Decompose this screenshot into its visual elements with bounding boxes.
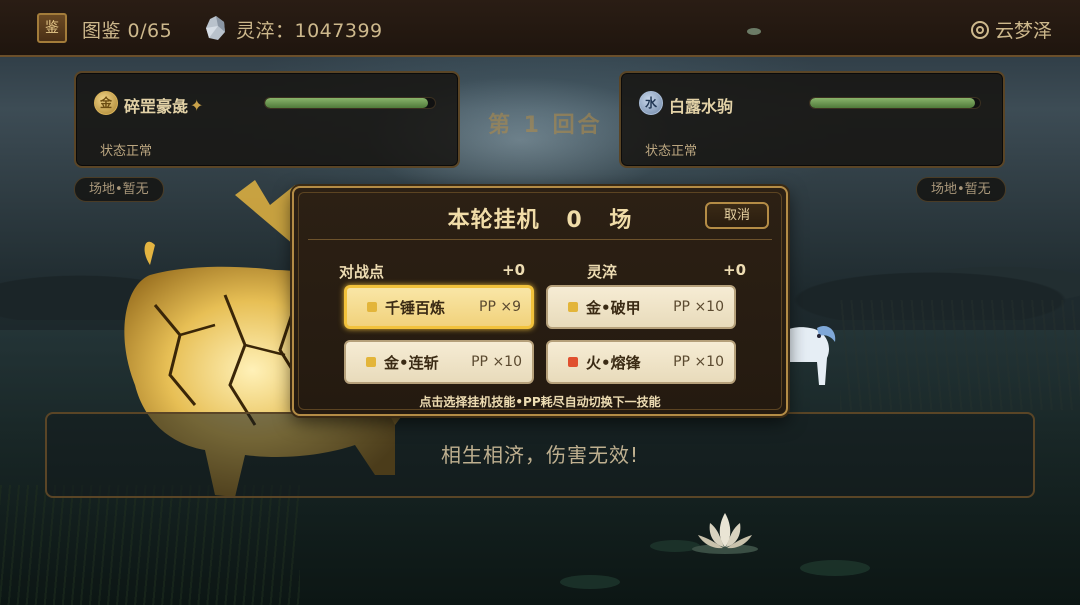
player-hp-fill	[265, 98, 429, 108]
skill-button[interactable]: 火•熔锋 PP ×10	[546, 340, 736, 384]
cancel-button[interactable]: 取消	[705, 202, 769, 229]
player-hp-bar	[264, 97, 436, 109]
enemy-field-tag: 场地•暂无	[916, 177, 1006, 202]
auto-battle-count: 0	[566, 208, 583, 233]
top-bar: 鉴 图鉴 0/65 灵淬：1047399 云梦泽	[0, 0, 1080, 57]
lotus-flower-icon	[692, 513, 758, 554]
enemy-creature-name: 白露水驹	[669, 97, 734, 116]
collection-counter[interactable]: 图鉴 0/65	[82, 16, 172, 43]
skill-name: 金•连斩	[384, 353, 439, 372]
essence-reward-value: +0	[723, 261, 747, 279]
skill-element-icon	[568, 302, 578, 312]
lily-pad	[560, 575, 620, 589]
collection-icon[interactable]: 鉴	[37, 13, 67, 43]
skill-name: 火•熔锋	[586, 353, 641, 372]
skill-pp: PP ×10	[471, 354, 522, 370]
skill-element-icon	[366, 357, 376, 367]
lily-pad	[800, 560, 870, 576]
location-ring-icon	[970, 20, 989, 39]
enemy-creature-name-row: 白露水驹	[669, 93, 733, 117]
location-name: 云梦泽	[994, 20, 1052, 42]
round-indicator: 第 1 回合	[488, 113, 603, 138]
skill-button[interactable]: 金•破甲 PP ×10	[546, 285, 736, 329]
skill-pp: PP ×10	[673, 299, 724, 315]
auto-battle-dialog: 本轮挂机 0 场 取消 对战点 +0 灵淬 +0 千锤百炼 PP ×9 金•破甲…	[292, 186, 788, 416]
skill-button[interactable]: 金•连斩 PP ×10	[344, 340, 534, 384]
skill-name: 金•破甲	[586, 298, 641, 317]
battle-points-value: +0	[502, 261, 526, 279]
essence-counter: 灵淬：1047399	[236, 20, 383, 42]
player-status-text: 状态正常	[100, 144, 153, 159]
battle-points-label: 对战点	[339, 263, 385, 281]
essence-reward-label: 灵淬	[587, 263, 618, 281]
leaf-decoration	[747, 28, 761, 35]
reeds-right	[840, 300, 1080, 410]
player-status-panel: 金 碎罡豪彘 ✦ 状态正常	[74, 71, 460, 168]
enemy-hp-fill	[810, 98, 975, 108]
location-indicator[interactable]: 云梦泽	[970, 16, 1052, 43]
skill-button[interactable]: 千锤百炼 PP ×9	[344, 285, 534, 329]
skill-pp: PP ×9	[479, 299, 521, 315]
skill-pp: PP ×10	[673, 354, 724, 370]
skill-element-icon	[568, 357, 578, 367]
dialog-title-prefix: 本轮挂机	[447, 208, 540, 233]
water-element-icon: 水	[639, 91, 663, 115]
player-creature-name-row: 碎罡豪彘 ✦	[124, 93, 203, 117]
battle-message-bar: 相生相济，伤害无效!	[45, 412, 1035, 498]
player-creature-name: 碎罡豪彘	[124, 97, 189, 116]
spirit-stone-icon	[206, 16, 225, 40]
enemy-hp-bar	[809, 97, 981, 109]
enemy-status-text: 状态正常	[645, 144, 698, 159]
sparkle-icon: ✦	[190, 95, 204, 115]
enemy-status-panel: 水 白露水驹 状态正常	[619, 71, 1005, 168]
dialog-title-suffix: 场	[609, 208, 633, 233]
skill-name: 千锤百炼	[385, 298, 446, 317]
dialog-divider	[308, 239, 772, 240]
player-field-tag: 场地•暂无	[74, 177, 164, 202]
skill-element-icon	[367, 302, 377, 312]
metal-element-icon: 金	[94, 91, 118, 115]
dialog-hint: 点击选择挂机技能•PP耗尽自动切换下一技能	[419, 395, 661, 409]
